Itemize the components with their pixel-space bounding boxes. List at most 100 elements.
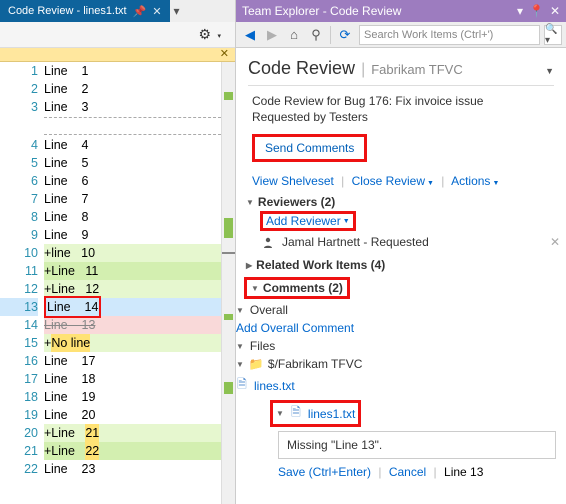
code-line[interactable]: Line 4 [44, 136, 221, 154]
code-line[interactable]: Line 20 [44, 406, 221, 424]
code-editor[interactable]: 1 2 3 4 5 6 7 8 910111213141516171819202… [0, 62, 235, 504]
pin-icon[interactable]: 📌 [133, 5, 147, 18]
code-line[interactable]: Line 2 [44, 80, 221, 98]
actions-link[interactable]: Actions▼ [451, 174, 499, 188]
line-number: 8 [0, 208, 38, 226]
line-number: 3 [0, 98, 38, 116]
add-overall-comment-link[interactable]: Add Overall Comment [236, 319, 566, 337]
requested-by: Requested by Testers [252, 110, 550, 124]
overall-group[interactable]: ▼ Overall [236, 301, 566, 319]
forward-icon[interactable]: ▶ [262, 25, 282, 45]
line-number: 13 [0, 298, 38, 316]
view-shelveset-link[interactable]: View Shelveset [252, 174, 334, 188]
comments-section[interactable]: ▼ Comments (2) [236, 274, 566, 301]
reviewers-section[interactable]: ▼ Reviewers (2) [236, 192, 566, 211]
team-explorer-header: Team Explorer - Code Review ▾ 📍 ✕ [236, 0, 566, 22]
line-number: 10 [0, 244, 38, 262]
file-item-selected[interactable]: ▼ 🗎 lines1.txt [236, 398, 566, 429]
code-line[interactable]: Line 5 [44, 154, 221, 172]
page-title: Code Review [248, 58, 355, 79]
person-icon [262, 236, 274, 248]
close-icon[interactable]: ✕ [152, 5, 161, 18]
code-line[interactable]: +No line [44, 334, 221, 352]
line-number: 18 [0, 388, 38, 406]
close-icon[interactable]: ✕ [550, 4, 560, 18]
folder-item[interactable]: ▼ 📁 $/Fabrikam TFVC [236, 355, 566, 373]
code-line[interactable]: Line 14 [44, 298, 221, 316]
review-description: Code Review for Bug 176: Fix invoice iss… [252, 94, 550, 108]
reviewer-name: Jamal Hartnett - Requested [282, 235, 429, 249]
line-number: 2 [0, 80, 38, 98]
code-line[interactable]: Line 3 [44, 98, 221, 116]
code-line[interactable]: Line 6 [44, 172, 221, 190]
overview-ruler[interactable] [221, 62, 235, 504]
line-number: 1 [0, 62, 38, 80]
line-number: 12 [0, 280, 38, 298]
pin-icon[interactable]: 📍 [529, 4, 544, 18]
team-explorer-toolbar: ◀ ▶ ⌂ ⚲ ⟳ Search Work Items (Ctrl+') 🔍▾ [236, 22, 566, 48]
code-line[interactable]: +Line 22 [44, 442, 221, 460]
info-bar: ✕ [0, 48, 235, 62]
team-explorer-title: Team Explorer - Code Review [242, 4, 401, 18]
expand-icon: ▼ [251, 284, 259, 293]
code-line[interactable]: +line 10 [44, 244, 221, 262]
editor-tab-bar: Code Review - lines1.txt 📌 ✕ ▾ [0, 0, 235, 22]
home-icon[interactable]: ⌂ [284, 25, 304, 45]
plug-icon[interactable]: ⚲ [306, 25, 326, 45]
expand-icon: ▼ [246, 198, 254, 207]
line-number: 5 [0, 154, 38, 172]
code-line[interactable]: +Line 11 [44, 262, 221, 280]
gear-icon[interactable]: ⚙▾ [198, 26, 211, 43]
code-line[interactable]: Line 17 [44, 352, 221, 370]
file-icon: 🗎 [290, 403, 302, 424]
line-number: 14 [0, 316, 38, 334]
comment-textbox[interactable]: Missing "Line 13". [278, 431, 556, 459]
add-reviewer-link[interactable]: Add Reviewer▼ [260, 211, 356, 231]
title-dropdown-icon[interactable]: ▼ [545, 66, 554, 76]
file-item[interactable]: 🗎 lines.txt [236, 373, 566, 398]
code-line[interactable]: Line 23 [44, 460, 221, 478]
tab-title: Code Review - lines1.txt [8, 5, 127, 17]
related-items-section[interactable]: ▶ Related Work Items (4) [236, 255, 566, 274]
editor-tab[interactable]: Code Review - lines1.txt 📌 ✕ [0, 0, 170, 22]
close-review-link[interactable]: Close Review▼ [352, 174, 434, 188]
line-number: 22 [0, 460, 38, 478]
search-button[interactable]: 🔍▾ [544, 25, 562, 45]
line-number: 7 [0, 190, 38, 208]
search-input[interactable]: Search Work Items (Ctrl+') [359, 25, 540, 45]
line-number: 4 [0, 136, 38, 154]
code-line[interactable]: Line 18 [44, 370, 221, 388]
send-comments-button[interactable]: Send Comments [252, 134, 367, 162]
cancel-comment-link[interactable]: Cancel [389, 465, 426, 479]
code-line[interactable]: +Line 21 [44, 424, 221, 442]
code-line[interactable]: Line 8 [44, 208, 221, 226]
code-line[interactable]: Line 9 [44, 226, 221, 244]
code-line[interactable]: Line 7 [44, 190, 221, 208]
folder-icon: 📁 [250, 357, 262, 371]
code-line[interactable]: Line 19 [44, 388, 221, 406]
reviewer-row: Jamal Hartnett - Requested ✕ [236, 231, 566, 255]
search-placeholder: Search Work Items (Ctrl+') [364, 29, 493, 41]
editor-toolbar: ⚙▾ [0, 22, 235, 48]
code-line[interactable]: Line 1 [44, 62, 221, 80]
line-number: 11 [0, 262, 38, 280]
expand-icon: ▼ [236, 306, 244, 315]
refresh-icon[interactable]: ⟳ [335, 25, 355, 45]
window-menu-icon[interactable]: ▾ [517, 4, 523, 18]
line-number: 9 [0, 226, 38, 244]
save-comment-link[interactable]: Save (Ctrl+Enter) [278, 465, 371, 479]
info-close-icon[interactable]: ✕ [220, 49, 229, 60]
line-number: 19 [0, 406, 38, 424]
file-icon: 🗎 [236, 375, 248, 396]
line-number: 20 [0, 424, 38, 442]
code-line[interactable]: Line 13 [44, 316, 221, 334]
project-name: Fabrikam TFVC [371, 62, 463, 77]
files-group[interactable]: ▼ Files [236, 337, 566, 355]
tab-overflow-icon[interactable]: ▾ [174, 4, 180, 18]
comment-line-info: Line 13 [444, 465, 483, 479]
expand-icon: ▶ [246, 261, 252, 270]
line-number: 15 [0, 334, 38, 352]
back-icon[interactable]: ◀ [240, 25, 260, 45]
remove-reviewer-icon[interactable]: ✕ [550, 235, 560, 249]
line-number: 6 [0, 172, 38, 190]
